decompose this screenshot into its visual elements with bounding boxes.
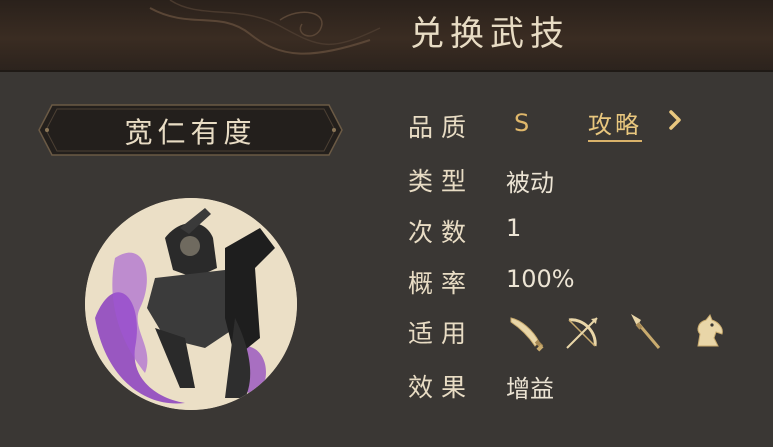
page-title: 兑换武技 — [410, 14, 570, 54]
strategy-link-label: 攻略 — [588, 111, 642, 142]
applicable-label: 适用 — [408, 319, 475, 348]
probability-label: 概率 — [408, 269, 475, 298]
strategy-link[interactable]: 攻略 — [588, 105, 681, 142]
mounted-general-icon — [85, 198, 297, 410]
horse-icon — [697, 314, 723, 347]
bow-icon — [566, 317, 598, 349]
probability-value: 100% — [506, 265, 575, 293]
cloud-ornament-icon — [149, 0, 381, 55]
quality-value: S — [514, 109, 530, 137]
skill-name-plate: 宽仁有度 — [38, 103, 343, 157]
type-value: 被动 — [506, 169, 554, 197]
effect-value: 增益 — [506, 375, 554, 403]
saber-icon — [510, 317, 544, 352]
count-value: 1 — [506, 214, 522, 242]
effect-label: 效果 — [408, 373, 475, 402]
chevron-right-icon — [669, 110, 681, 130]
spear-icon — [631, 314, 661, 349]
type-label: 类型 — [408, 167, 475, 196]
count-label: 次数 — [408, 218, 475, 247]
header-bar: 兑换武技 — [0, 0, 773, 72]
quality-label: 品质 — [408, 113, 475, 142]
skill-name: 宽仁有度 — [124, 116, 257, 149]
skill-portrait — [85, 198, 297, 410]
